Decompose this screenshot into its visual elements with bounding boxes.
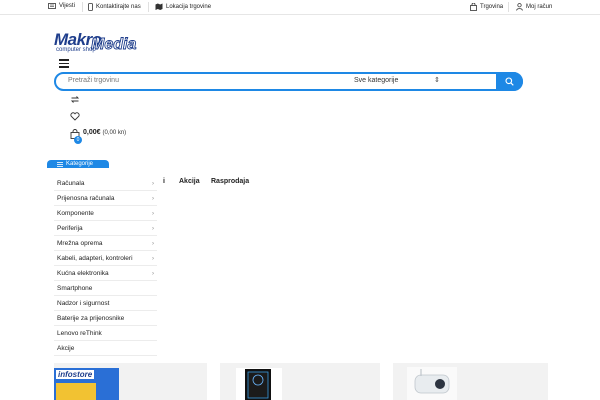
logo-tagline: computer shop <box>56 47 96 53</box>
category-item[interactable]: Kabeli, adapteri, kontroleri › <box>54 251 157 266</box>
search-bar: Pretraži trgovinu Sve kategorije ⇕ <box>54 72 523 91</box>
chevron-right-icon: › <box>152 256 154 262</box>
category-label: Periferija <box>57 225 83 232</box>
top-bar: Vijesti Kontaktirajte nas Lokacija trgov… <box>0 0 600 15</box>
chevron-right-icon: › <box>152 181 154 187</box>
product-card[interactable] <box>393 363 548 400</box>
account-label: Moj račun <box>526 4 553 10</box>
category-label: Mrežna oprema <box>57 240 103 247</box>
category-label: Nadzor i sigurnost <box>57 300 110 307</box>
product-card[interactable] <box>220 363 380 400</box>
category-item[interactable]: Prijenosna računala › <box>54 191 157 206</box>
menu-icon[interactable] <box>59 59 69 68</box>
chevron-right-icon: › <box>152 226 154 232</box>
category-item[interactable]: Baterije za prijenosnike <box>54 311 157 326</box>
category-item[interactable]: Nadzor i sigurnost <box>54 296 157 311</box>
chevron-right-icon: › <box>152 211 154 217</box>
category-label: Računala <box>57 180 85 187</box>
map-icon <box>155 3 163 10</box>
contact-link[interactable]: Kontaktirajte nas <box>88 3 141 11</box>
product-card[interactable]: infostore <box>54 363 207 400</box>
chevron-updown-icon: ⇕ <box>434 77 440 84</box>
category-item[interactable]: Kućna elektronika › <box>54 266 157 281</box>
list-icon <box>57 161 63 167</box>
site-logo[interactable]: Makro Media computer shop <box>54 30 154 58</box>
user-icon <box>516 3 523 11</box>
news-link[interactable]: Vijesti <box>48 3 75 9</box>
account-link[interactable]: Moj račun <box>516 3 552 11</box>
category-item[interactable]: Smartphone <box>54 281 157 296</box>
chevron-right-icon: › <box>152 271 154 277</box>
pc-case-image <box>236 368 282 400</box>
category-label: Lenovo reThink <box>57 330 102 337</box>
promo-graphic <box>56 383 96 400</box>
category-label: Komponente <box>57 210 94 217</box>
chevron-right-icon: › <box>152 241 154 247</box>
contact-label: Kontaktirajte nas <box>96 4 141 10</box>
category-label: Kućna elektronika <box>57 270 109 277</box>
promo-brand: infostore <box>56 370 95 379</box>
category-item[interactable]: Računala › <box>54 176 157 191</box>
shop-link[interactable]: Trgovina <box>470 3 503 11</box>
nav-link-deals[interactable]: Akcija <box>179 178 200 185</box>
phone-icon <box>88 3 93 11</box>
divider <box>148 2 149 12</box>
search-input[interactable]: Pretraži trgovinu <box>68 77 119 84</box>
compare-icon[interactable] <box>70 95 80 104</box>
promo-banner: infostore <box>54 368 119 400</box>
category-label: Prijenosna računala <box>57 195 115 202</box>
chevron-right-icon: › <box>152 196 154 202</box>
category-label: Baterije za prijenosnike <box>57 315 125 322</box>
category-item[interactable]: Akcije <box>54 341 157 356</box>
category-item[interactable]: Periferija › <box>54 221 157 236</box>
divider <box>508 2 509 12</box>
news-label: Vijesti <box>59 3 75 9</box>
categories-title: Kategorije <box>66 161 94 167</box>
location-label: Lokacija trgovine <box>166 3 212 10</box>
category-item[interactable]: Lenovo reThink <box>54 326 157 341</box>
cart-count-badge: 0 <box>74 136 82 144</box>
category-select[interactable]: Sve kategorije <box>354 77 398 84</box>
nav-link-partial[interactable]: i <box>163 178 165 185</box>
category-label: Kabeli, adapteri, kontroleri <box>57 255 133 262</box>
category-label: Smartphone <box>57 285 93 292</box>
heart-icon[interactable] <box>70 112 80 121</box>
cart-total[interactable]: 0,00€ (0,00 kn) <box>83 129 126 136</box>
search-icon <box>505 77 514 86</box>
cart-price-kn: (0,00 kn) <box>102 130 127 136</box>
cart-price: 0,00€ <box>83 129 101 136</box>
shopping-bag-icon <box>470 3 477 11</box>
category-item[interactable]: Mrežna oprema › <box>54 236 157 251</box>
category-list: Računala › Prijenosna računala › Komponente ›… <box>54 176 157 356</box>
location-link[interactable]: Lokacija trgovine <box>155 3 211 10</box>
newspaper-icon <box>48 3 56 9</box>
camera-image <box>407 367 457 400</box>
nav-link-sale[interactable]: Rasprodaja <box>211 178 249 185</box>
search-button[interactable] <box>496 72 523 91</box>
shop-label: Trgovina <box>480 4 504 10</box>
logo-brand-secondary: Media <box>91 36 137 54</box>
category-item[interactable]: Komponente › <box>54 206 157 221</box>
category-label: Akcije <box>57 345 75 352</box>
categories-toggle[interactable]: Kategorije <box>47 160 109 168</box>
divider <box>82 2 83 12</box>
